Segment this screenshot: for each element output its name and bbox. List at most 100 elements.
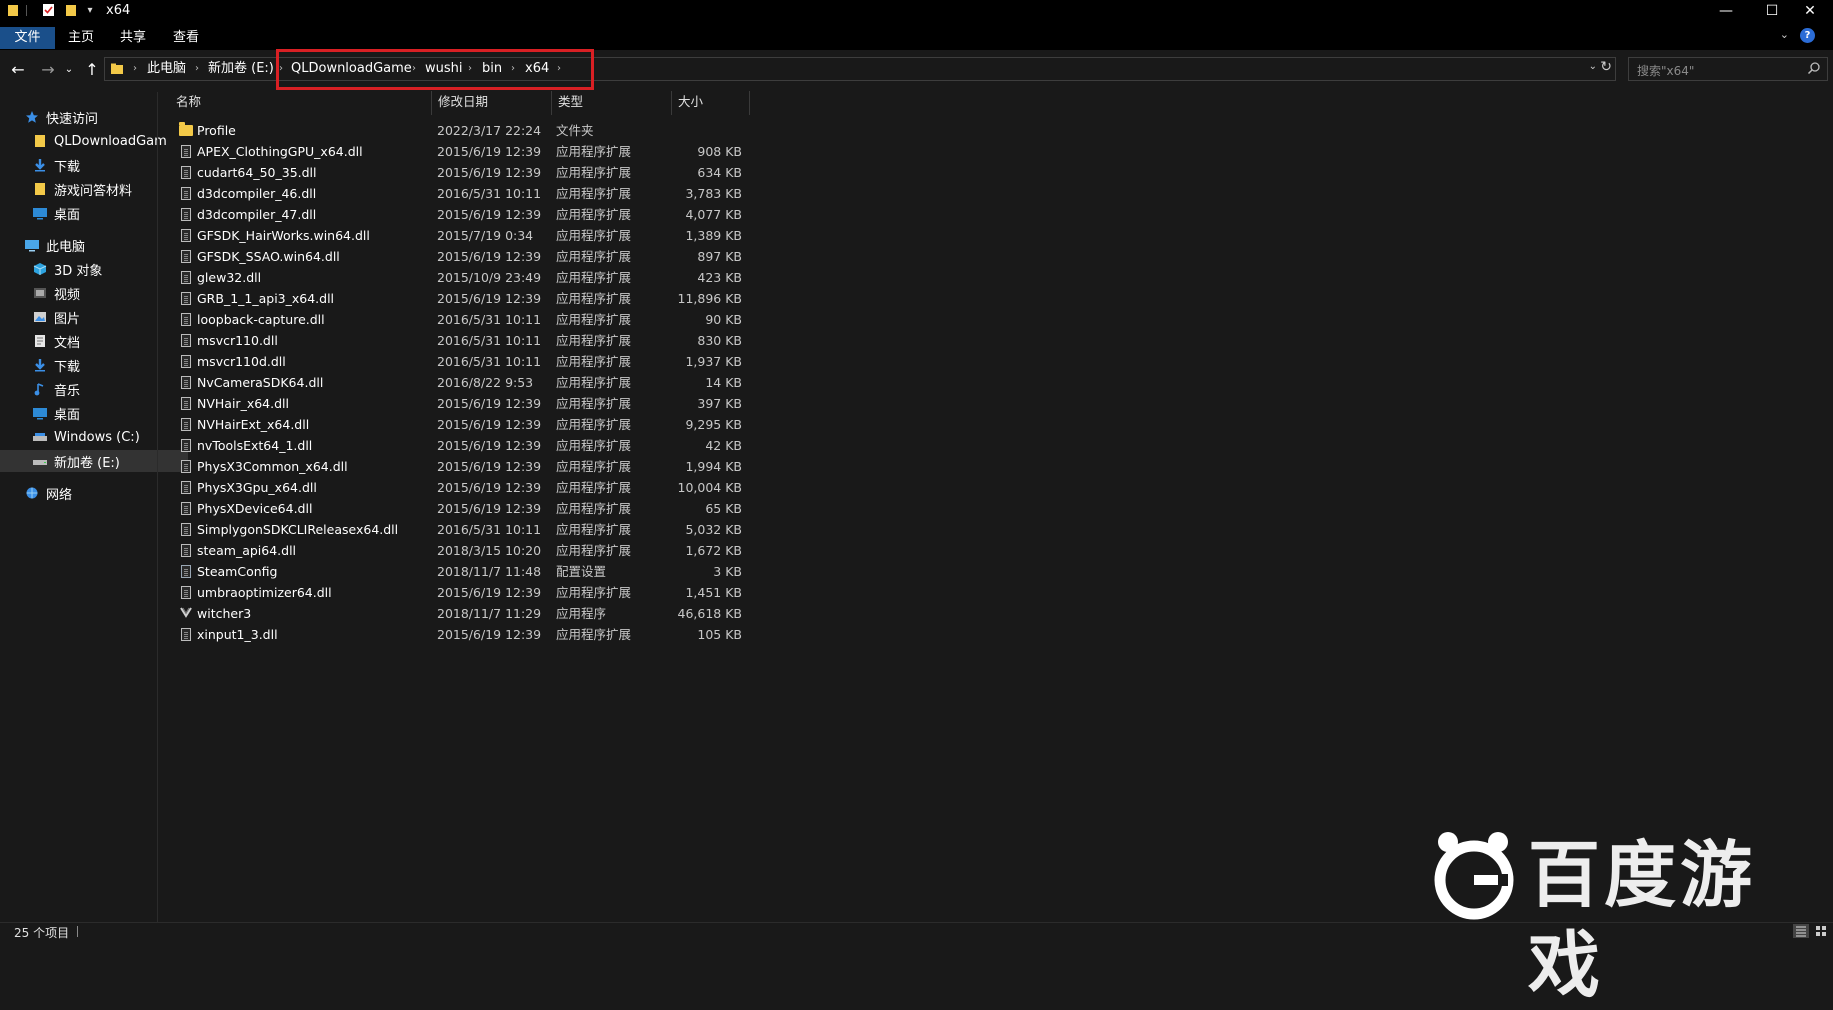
tab-share[interactable]: 共享 xyxy=(114,27,152,49)
file-row[interactable]: NvCameraSDK64.dll 2016/8/22 9:53 应用程序扩展 14 … xyxy=(170,372,750,393)
column-header-name[interactable]: 名称 xyxy=(170,91,432,115)
file-size: 1,389 KB xyxy=(685,228,742,243)
sidebar-item-desktop[interactable]: 桌面 xyxy=(0,202,188,224)
recent-locations-chevron-icon[interactable]: ⌄ xyxy=(62,59,76,79)
dll-file-icon xyxy=(178,332,194,348)
file-type: 应用程序扩展 xyxy=(556,543,632,558)
file-row[interactable]: GRB_1_1_api3_x64.dll 2015/6/19 12:39 应用程序扩… xyxy=(170,288,750,309)
file-type: 应用程序扩展 xyxy=(556,207,632,222)
search-icon[interactable] xyxy=(1807,61,1821,78)
file-row[interactable]: PhysXDevice64.dll 2015/6/19 12:39 应用程序扩展 65… xyxy=(170,498,750,519)
dll-file-icon xyxy=(178,143,194,159)
dll-file-icon xyxy=(178,521,194,537)
file-row[interactable]: NVHairExt_x64.dll 2015/6/19 12:39 应用程序扩展 9,… xyxy=(170,414,750,435)
sidebar-item-quick-access[interactable]: 快速访问 xyxy=(0,106,180,128)
up-arrow-icon[interactable]: ↑ xyxy=(82,59,102,79)
file-row[interactable]: witcher3 2018/11/7 11:29 应用程序 46,618 KB xyxy=(170,603,750,624)
dll-file-icon xyxy=(178,206,194,222)
address-dropdown-icon[interactable]: ⌄ xyxy=(1589,61,1597,72)
file-date-modified: 2016/8/22 9:53 xyxy=(437,375,534,390)
tab-home[interactable]: 主页 xyxy=(62,27,100,49)
properties-icon[interactable] xyxy=(40,2,56,18)
file-type: 应用程序扩展 xyxy=(556,270,632,285)
file-size: 4,077 KB xyxy=(685,207,742,222)
file-row[interactable]: Profile 2022/3/17 22:24 文件夹 xyxy=(170,120,750,141)
sidebar-item-network[interactable]: 网络 xyxy=(0,482,180,504)
file-row[interactable]: msvcr110d.dll 2016/5/31 10:11 应用程序扩展 1,937 … xyxy=(170,351,750,372)
column-header-type[interactable]: 类型 xyxy=(552,91,672,115)
file-type: 应用程序扩展 xyxy=(556,438,632,453)
back-arrow-icon[interactable]: ← xyxy=(8,59,28,79)
ribbon-collapse-icon[interactable]: ⌄ xyxy=(1780,28,1789,41)
file-row[interactable]: SteamConfig 2018/11/7 11:48 配置设置 3 KB xyxy=(170,561,750,582)
file-row[interactable]: glew32.dll 2015/10/9 23:49 应用程序扩展 423 KB xyxy=(170,267,750,288)
help-icon[interactable]: ? xyxy=(1800,28,1815,43)
file-row[interactable]: GFSDK_HairWorks.win64.dll 2015/7/19 0:34 应… xyxy=(170,225,750,246)
sidebar-item-this-pc[interactable]: 此电脑 xyxy=(0,234,180,256)
search-box[interactable]: 搜索"x64" xyxy=(1628,57,1828,81)
folder-icon xyxy=(32,133,48,149)
file-row[interactable]: d3dcompiler_46.dll 2016/5/31 10:11 应用程序扩展 3… xyxy=(170,183,750,204)
forward-arrow-icon[interactable]: → xyxy=(38,59,58,79)
file-date-modified: 2018/11/7 11:48 xyxy=(437,564,542,579)
sidebar-item-drive-c[interactable]: Windows (C:) xyxy=(0,426,188,448)
file-name: NVHair_x64.dll xyxy=(197,396,289,411)
sidebar-item-pictures[interactable]: 图片 xyxy=(0,306,188,328)
file-row[interactable]: cudart64_50_35.dll 2015/6/19 12:39 应用程序扩展 6… xyxy=(170,162,750,183)
file-row[interactable]: SimplygonSDKCLIReleasex64.dll 2016/5/31 1… xyxy=(170,519,750,540)
file-name: loopback-capture.dll xyxy=(197,312,325,327)
file-size: 1,672 KB xyxy=(685,543,742,558)
file-row[interactable]: nvToolsExt64_1.dll 2015/6/19 12:39 应用程序扩展 4… xyxy=(170,435,750,456)
file-type: 应用程序 xyxy=(556,606,607,621)
file-row[interactable]: xinput1_3.dll 2015/6/19 12:39 应用程序扩展 105 KB xyxy=(170,624,750,645)
folder-icon xyxy=(110,62,124,79)
file-row[interactable]: loopback-capture.dll 2016/5/31 10:11 应用程序扩… xyxy=(170,309,750,330)
new-folder-icon[interactable] xyxy=(64,2,78,18)
sidebar-item-music[interactable]: 音乐 xyxy=(0,378,188,400)
file-size: 105 KB xyxy=(697,627,742,642)
file-size: 11,896 KB xyxy=(677,291,742,306)
file-row[interactable]: NVHair_x64.dll 2015/6/19 12:39 应用程序扩展 397 K… xyxy=(170,393,750,414)
tab-view[interactable]: 查看 xyxy=(167,27,205,49)
file-type: 应用程序扩展 xyxy=(556,312,632,327)
file-row[interactable]: d3dcompiler_47.dll 2015/6/19 12:39 应用程序扩展 4… xyxy=(170,204,750,225)
file-row[interactable]: umbraoptimizer64.dll 2015/6/19 12:39 应用程序扩… xyxy=(170,582,750,603)
file-row[interactable]: APEX_ClothingGPU_x64.dll 2015/6/19 12:39 应… xyxy=(170,141,750,162)
minimize-button[interactable]: — xyxy=(1703,0,1749,22)
customize-toolbar-icon[interactable]: ▾ xyxy=(84,2,96,18)
sidebar-item-documents[interactable]: 文档 xyxy=(0,330,188,352)
file-name: PhysXDevice64.dll xyxy=(197,501,313,516)
file-size: 14 KB xyxy=(705,375,742,390)
file-row[interactable]: msvcr110.dll 2016/5/31 10:11 应用程序扩展 830 KB xyxy=(170,330,750,351)
folder-icon[interactable] xyxy=(6,2,20,18)
breadcrumb-drive-e[interactable]: 新加卷 (E:) xyxy=(208,61,274,77)
file-name: GRB_1_1_api3_x64.dll xyxy=(197,291,335,306)
file-date-modified: 2015/6/19 12:39 xyxy=(437,291,542,306)
file-size: 897 KB xyxy=(697,249,742,264)
tab-file[interactable]: 文件 xyxy=(0,27,55,49)
sidebar-item-3d-objects[interactable]: 3D 对象 xyxy=(0,258,188,280)
file-row[interactable]: PhysX3Common_x64.dll 2015/6/19 12:39 应用程序扩… xyxy=(170,456,750,477)
pane-divider[interactable] xyxy=(157,92,158,922)
column-header-date-modified[interactable]: 修改日期 xyxy=(432,91,552,115)
sidebar-item-videos[interactable]: 视频 xyxy=(0,282,188,304)
sidebar-item-drive-e[interactable]: 新加卷 (E:) xyxy=(0,450,188,472)
sidebar-item-game-qa-materials[interactable]: 游戏问答材料 xyxy=(0,178,188,200)
sidebar-item-downloads[interactable]: 下载 xyxy=(0,154,188,176)
sidebar-item-desktop-pc[interactable]: 桌面 xyxy=(0,402,188,424)
breadcrumb-this-pc[interactable]: 此电脑 xyxy=(147,61,186,77)
close-button[interactable]: ✕ xyxy=(1787,0,1833,22)
file-date-modified: 2018/3/15 10:20 xyxy=(437,543,542,558)
file-size: 830 KB xyxy=(697,333,742,348)
column-header-size[interactable]: 大小 xyxy=(672,91,750,115)
file-row[interactable]: steam_api64.dll 2018/3/15 10:20 应用程序扩展 1,67… xyxy=(170,540,750,561)
sidebar-item-qldownloadgame[interactable]: QLDownloadGam xyxy=(0,130,188,152)
file-row[interactable]: PhysX3Gpu_x64.dll 2015/6/19 12:39 应用程序扩展 10… xyxy=(170,477,750,498)
refresh-icon[interactable]: ↻ xyxy=(1600,59,1612,75)
file-row[interactable]: GFSDK_SSAO.win64.dll 2015/6/19 12:39 应用程序扩… xyxy=(170,246,750,267)
file-date-modified: 2015/6/19 12:39 xyxy=(437,438,542,453)
file-date-modified: 2015/6/19 12:39 xyxy=(437,501,542,516)
dll-file-icon xyxy=(178,227,194,243)
sidebar-item-downloads-pc[interactable]: 下载 xyxy=(0,354,188,376)
download-icon xyxy=(32,157,48,173)
